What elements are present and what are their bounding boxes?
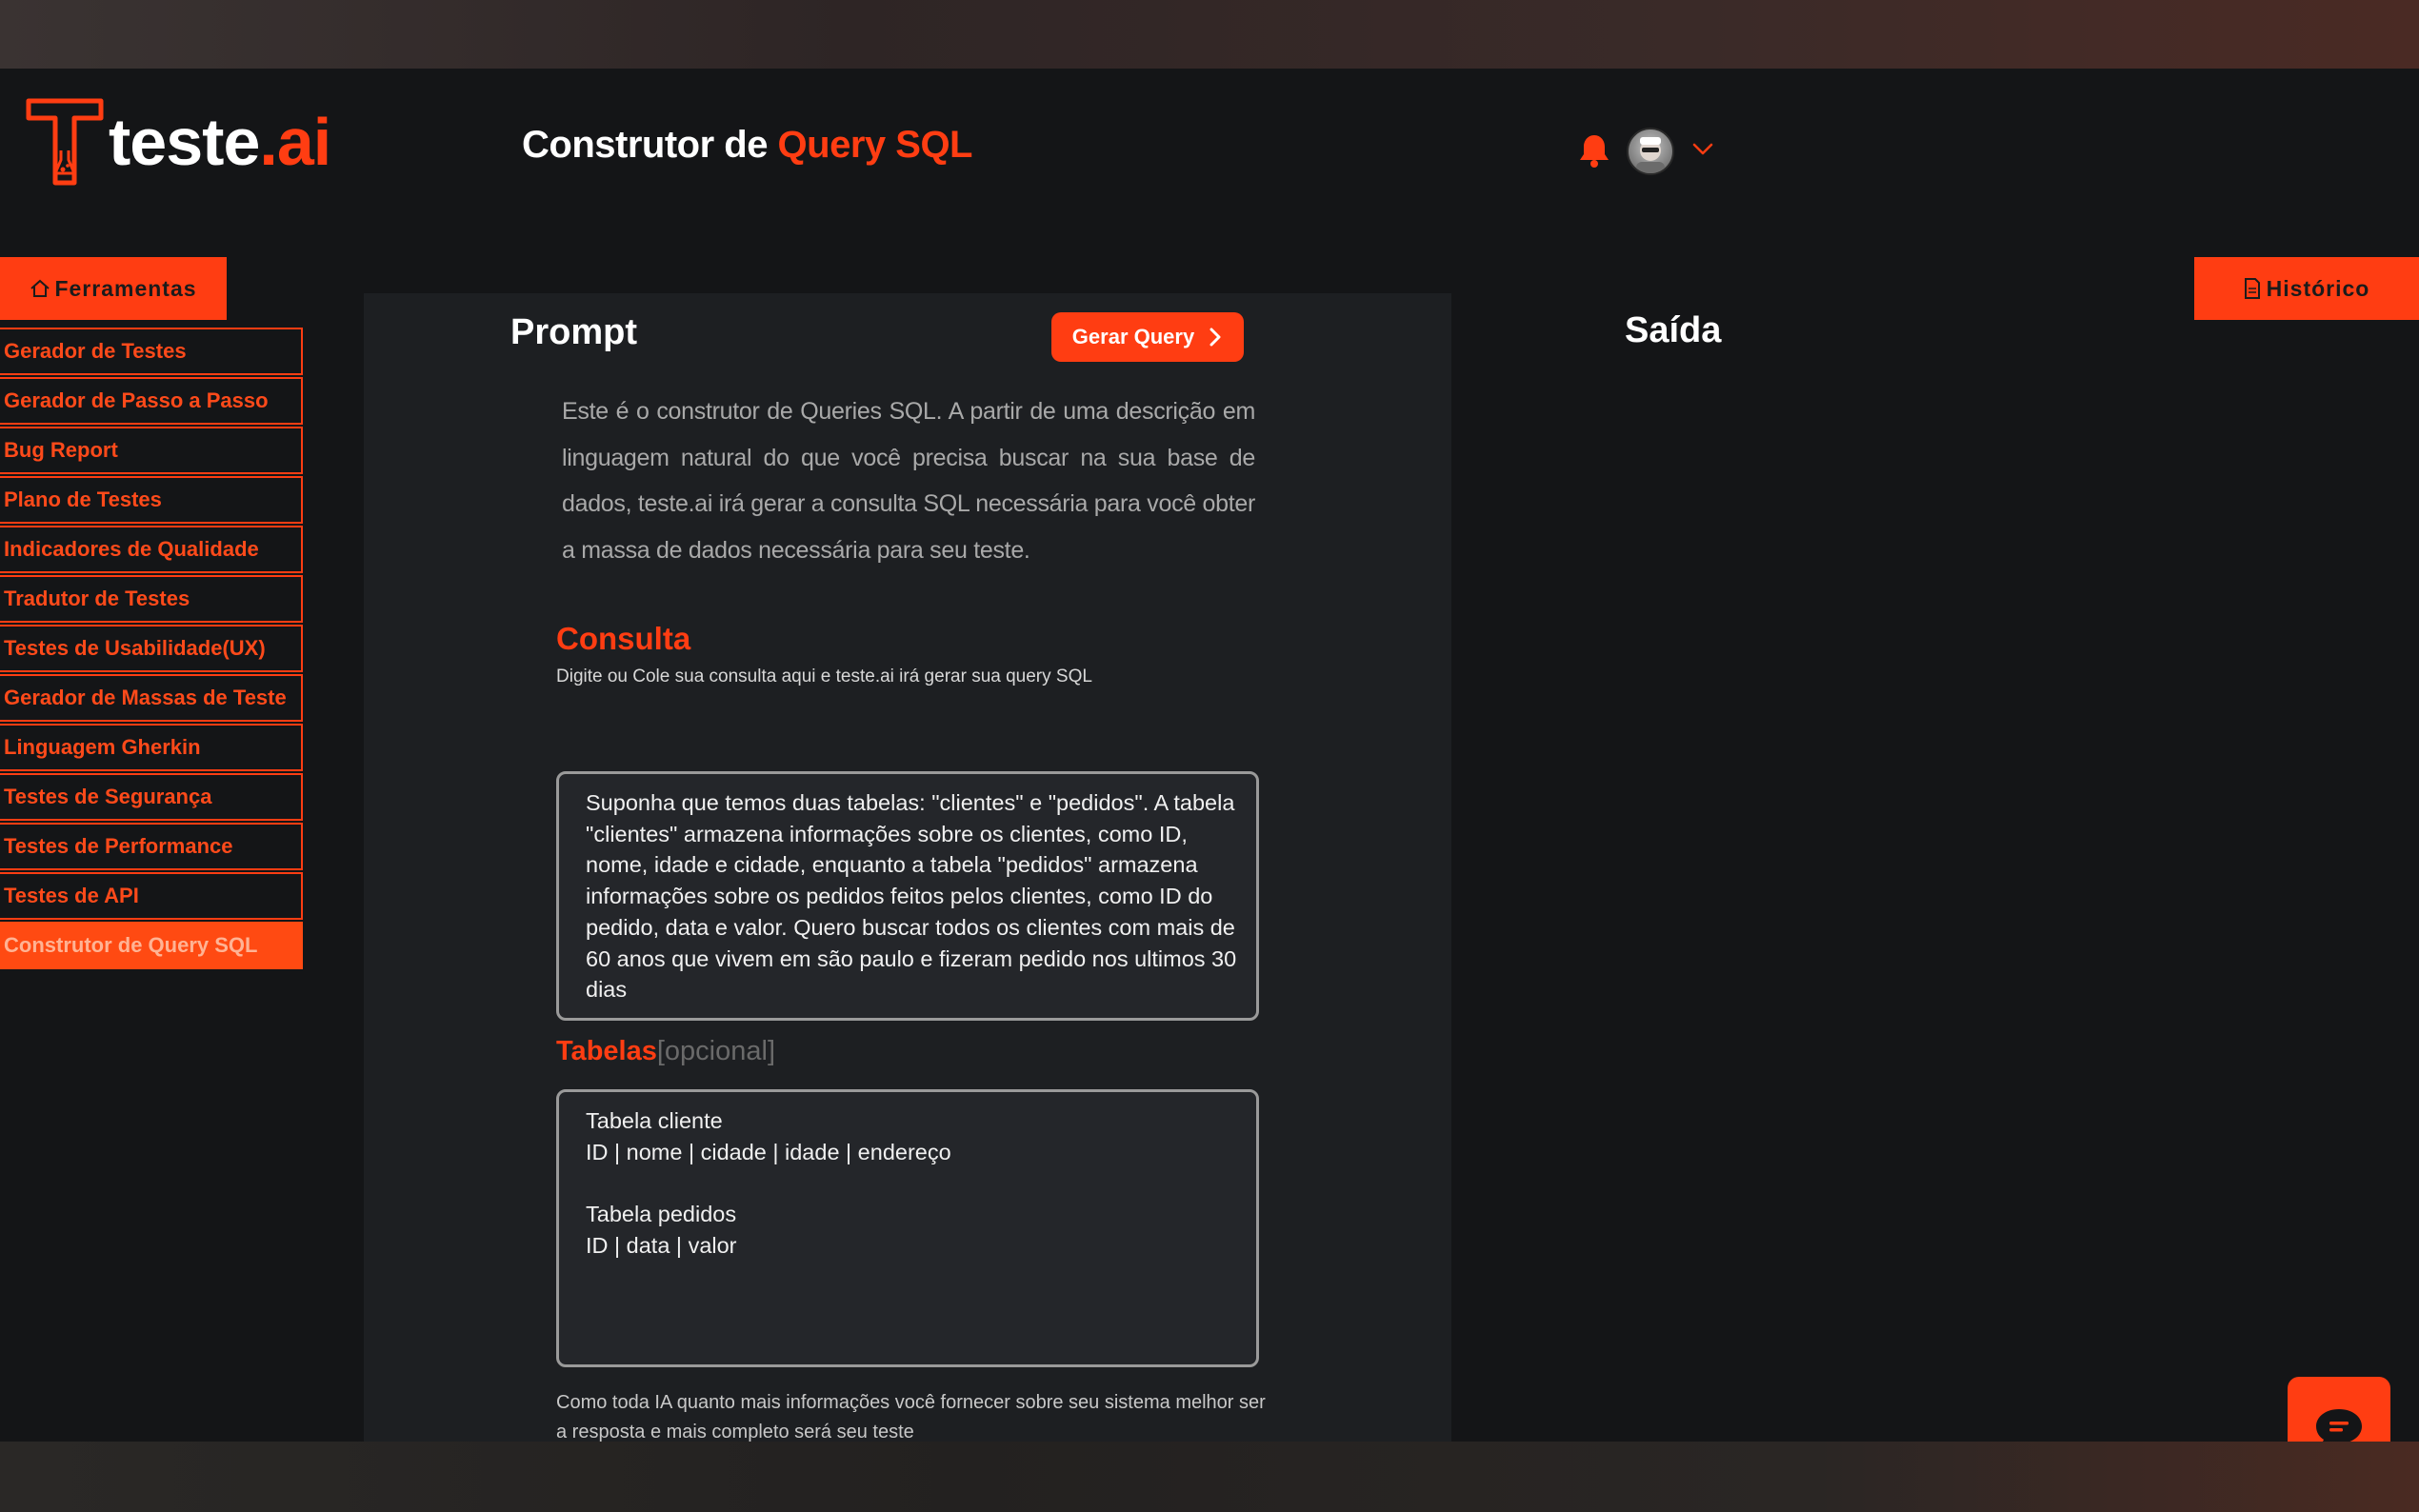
top-browser-band [0, 0, 2419, 69]
tools-button-label: Ferramentas [54, 275, 197, 301]
tools-button[interactable]: Ferramentas [0, 257, 227, 320]
sidebar-item-testes-de-api[interactable]: Testes de API [0, 872, 303, 920]
tabelas-textarea[interactable]: Tabela cliente ID | nome | cidade | idad… [556, 1089, 1259, 1367]
sidebar-item-plano-de-testes[interactable]: Plano de Testes [0, 476, 303, 524]
sidebar-item-gerador-de-massas-de-teste[interactable]: Gerador de Massas de Teste [0, 674, 303, 722]
logo-flask-icon [26, 98, 104, 186]
generate-query-button[interactable]: Gerar Query [1051, 312, 1244, 362]
page-title-prefix: Construtor de [522, 124, 778, 166]
tabelas-title: Tabelas[opcional] [556, 1036, 775, 1067]
sidebar-item-testes-de-seguranca[interactable]: Testes de Segurança [0, 773, 303, 821]
brand-name: teste.ai [109, 109, 331, 175]
sidebar-item-bug-report[interactable]: Bug Report [0, 427, 303, 474]
prompt-title: Prompt [510, 312, 637, 352]
bottom-band [0, 1442, 2419, 1512]
sidebar-item-testes-de-usabilidade[interactable]: Testes de Usabilidade(UX) [0, 625, 303, 672]
sidebar-item-linguagem-gherkin[interactable]: Linguagem Gherkin [0, 724, 303, 771]
sidebar-item-tradutor-de-testes[interactable]: Tradutor de Testes [0, 575, 303, 623]
avatar-image [1636, 137, 1665, 173]
sidebar-item-indicadores-de-qualidade[interactable]: Indicadores de Qualidade [0, 526, 303, 573]
bell-icon[interactable] [1579, 133, 1609, 168]
generate-query-label: Gerar Query [1071, 325, 1195, 348]
tabelas-title-label: Tabelas [556, 1036, 657, 1066]
logo[interactable]: teste.ai [25, 97, 331, 187]
sidebar-item-testes-de-performance[interactable]: Testes de Performance [0, 823, 303, 870]
consulta-hint: Digite ou Cole sua consulta aqui e teste… [556, 666, 1092, 686]
prompt-footnote: Como toda IA quanto mais informações voc… [556, 1392, 1266, 1442]
avatar[interactable] [1627, 128, 1674, 175]
chevron-down-icon[interactable] [1691, 137, 1714, 160]
page-title-accent: Query SQL [777, 124, 973, 166]
history-button[interactable]: Histórico [2194, 257, 2419, 320]
sidebar-item-gerador-de-passo-a-passo[interactable]: Gerador de Passo a Passo [0, 377, 303, 425]
sidebar-item-gerador-de-testes[interactable]: Gerador de Testes [0, 328, 303, 375]
sidebar-item-construtor-de-query-sql[interactable]: Construtor de Query SQL [0, 922, 303, 969]
brand-name-suffix: .ai [259, 105, 331, 179]
optional-tag: [opcional] [656, 1036, 776, 1066]
consulta-title: Consulta [556, 621, 691, 656]
document-icon [2244, 278, 2260, 299]
brand-name-prefix: teste [109, 105, 260, 179]
history-button-label: Histórico [2266, 275, 2370, 301]
consulta-textarea[interactable]: Suponha que temos duas tabelas: "cliente… [556, 771, 1259, 1021]
sidebar-menu: Gerador de Testes Gerador de Passo a Pas… [0, 328, 303, 971]
app-window: teste.ai Construtor de Query SQL Ferrame… [0, 69, 2419, 1480]
page-title: Construtor de Query SQL [522, 124, 973, 167]
chevron-right-icon [1210, 328, 1221, 347]
output-title: Saída [1625, 310, 1722, 350]
home-icon [30, 279, 50, 297]
prompt-description: Este é o construtor de Queries SQL. A pa… [562, 398, 1256, 564]
